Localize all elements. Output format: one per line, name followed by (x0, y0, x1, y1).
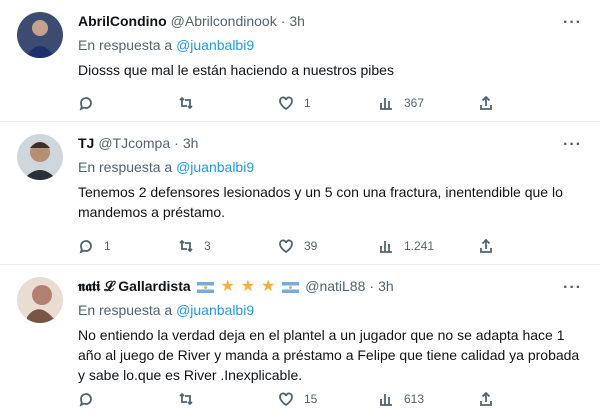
retweet-count: 3 (204, 239, 211, 253)
tweet[interactable]: TJ @TJcompa · 3h ··· En respuesta a @jua… (0, 122, 600, 265)
reply-prefix: En respuesta a (78, 159, 173, 175)
like-count: 15 (304, 392, 318, 406)
retweet-icon (179, 392, 193, 406)
user-handle[interactable]: @natiL88 (305, 278, 365, 294)
share-icon (480, 95, 492, 110)
reply-context: En respuesta a @juanbalbi9 (78, 302, 586, 318)
reply-prefix: En respuesta a (78, 302, 173, 318)
tweet-text: No entiendo la verdad deja en el plantel… (78, 327, 580, 383)
reply-count: 1 (104, 239, 111, 253)
like-count: 1 (304, 96, 311, 110)
share-button[interactable] (478, 95, 578, 111)
reply-to-link[interactable]: @juanbalbi9 (176, 37, 254, 53)
reply-icon (79, 97, 92, 111)
avatar[interactable] (17, 134, 63, 180)
star-icon: ★ (261, 278, 276, 295)
user-emoji-badges: ★ ★ ★ (195, 276, 302, 296)
reply-icon (79, 393, 92, 407)
reply-icon (79, 240, 92, 254)
views-icon (380, 241, 392, 253)
view-count: 613 (404, 392, 425, 406)
action-bar: 1 3 39 1.241 (78, 238, 586, 254)
tweet[interactable]: 𝖓𝖆𝖙𝖎 ℒ Gallardista ★ ★ ★ @natiL88 · 3h ·… (0, 265, 600, 417)
views-icon (380, 394, 392, 406)
avatar[interactable] (17, 277, 63, 323)
views-button[interactable]: 1.241 (378, 238, 478, 254)
more-options-icon[interactable]: ··· (563, 14, 582, 32)
action-bar: 1 367 (78, 95, 586, 111)
share-icon (480, 238, 492, 253)
reply-context: En respuesta a @juanbalbi9 (78, 159, 586, 175)
retweet-icon (179, 96, 193, 110)
reply-button[interactable] (78, 95, 178, 111)
separator-dot: · (174, 135, 179, 151)
display-name[interactable]: 𝖓𝖆𝖙𝖎 ℒ Gallardista (78, 278, 191, 295)
like-button[interactable]: 39 (278, 238, 378, 254)
reply-button[interactable]: 1 (78, 238, 178, 254)
heart-icon (279, 239, 293, 254)
separator-dot: · (369, 278, 375, 294)
action-bar: 15 613 (78, 391, 586, 407)
timestamp[interactable]: 3h (289, 13, 305, 29)
tweet-text: Tenemos 2 defensores lesionados y un 5 c… (78, 184, 563, 220)
more-options-icon[interactable]: ··· (563, 279, 582, 297)
avatar[interactable] (17, 12, 63, 58)
heart-icon (279, 96, 293, 111)
like-button[interactable]: 15 (278, 391, 378, 407)
display-name[interactable]: AbrilCondino (78, 13, 167, 29)
views-icon (380, 98, 392, 110)
user-handle[interactable]: @Abrilcondinook (171, 13, 277, 29)
reply-to-link[interactable]: @juanbalbi9 (176, 302, 254, 318)
heart-icon (279, 392, 293, 407)
retweet-button[interactable] (178, 95, 278, 111)
reply-to-link[interactable]: @juanbalbi9 (176, 159, 254, 175)
reply-prefix: En respuesta a (78, 37, 173, 53)
display-name[interactable]: TJ (78, 135, 94, 151)
user-handle[interactable]: @TJcompa (98, 135, 170, 151)
tweet-header: AbrilCondino @Abrilcondinook · 3h (78, 12, 586, 30)
reply-context: En respuesta a @juanbalbi9 (78, 37, 586, 53)
tweet[interactable]: AbrilCondino @Abrilcondinook · 3h ··· En… (0, 0, 600, 122)
tweet-header: TJ @TJcompa · 3h (78, 134, 586, 152)
like-button[interactable]: 1 (278, 95, 378, 111)
tweet-header: 𝖓𝖆𝖙𝖎 ℒ Gallardista ★ ★ ★ @natiL88 · 3h (78, 276, 586, 296)
star-icon: ★ (240, 278, 256, 295)
share-button[interactable] (478, 391, 578, 407)
like-count: 39 (304, 239, 318, 253)
view-count: 367 (404, 96, 425, 110)
retweet-button[interactable]: 3 (178, 238, 278, 254)
star-icon: ★ (220, 278, 235, 295)
view-count: 1.241 (404, 239, 435, 253)
argentina-flag-icon (282, 281, 300, 293)
timestamp[interactable]: 3h (378, 278, 394, 294)
tweet-text: Diosss que mal le están haciendo a nuest… (78, 62, 394, 78)
share-icon (480, 391, 492, 406)
views-button[interactable]: 367 (378, 95, 478, 111)
retweet-button[interactable] (178, 391, 278, 407)
views-button[interactable]: 613 (378, 391, 478, 407)
more-options-icon[interactable]: ··· (563, 136, 582, 154)
retweet-icon (179, 239, 193, 253)
share-button[interactable] (478, 238, 578, 254)
timestamp[interactable]: 3h (183, 135, 199, 151)
reply-button[interactable] (78, 391, 178, 407)
separator-dot: · (280, 13, 286, 29)
argentina-flag-icon (196, 281, 214, 293)
